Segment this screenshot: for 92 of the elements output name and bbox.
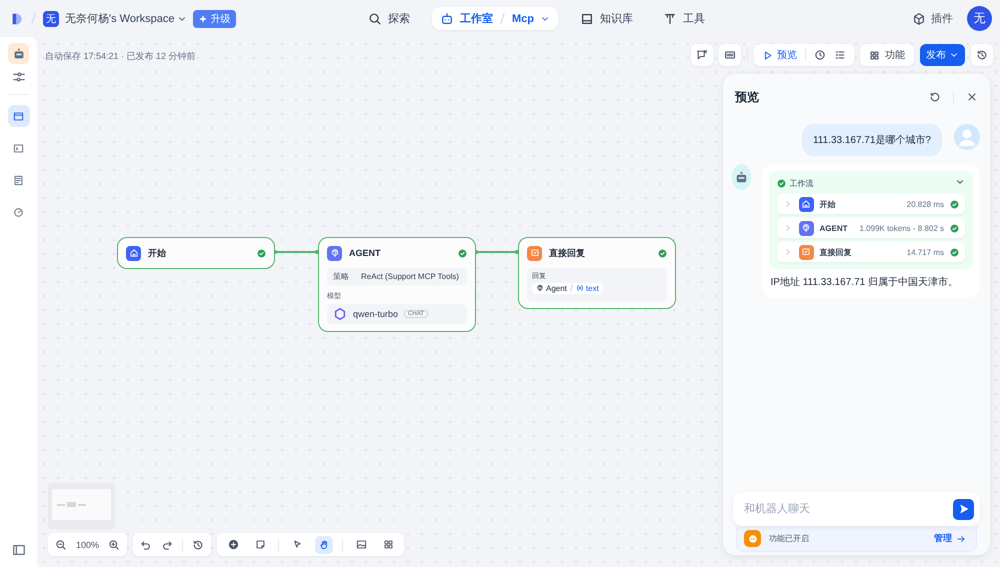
chat-icon — [696, 49, 708, 61]
user-message: 111.33.167.71是哪个城市? — [802, 124, 942, 156]
workspace-switcher[interactable]: 无奈何杨's Workspace — [65, 11, 188, 26]
layout-icon — [382, 539, 394, 550]
nav-tab[interactable]: 知识库 — [572, 7, 641, 30]
env-button[interactable] — [719, 44, 741, 66]
play-icon — [762, 50, 773, 60]
step-metric: 14.717 ms — [906, 248, 944, 256]
nav-tab[interactable]: 工具 — [655, 7, 713, 30]
env-icon — [724, 49, 736, 61]
redo-icon[interactable] — [161, 538, 174, 550]
home-icon — [126, 246, 141, 260]
doc-icon — [13, 174, 24, 186]
terminal-icon — [13, 142, 24, 154]
node-title: 开始 — [148, 246, 167, 260]
features-button[interactable]: 功能 — [860, 44, 914, 66]
publish-button[interactable]: 发布 — [920, 44, 965, 66]
history-icon[interactable] — [192, 538, 204, 550]
zoom-out-icon[interactable] — [55, 538, 67, 550]
pointer-icon — [292, 539, 303, 550]
step-name: 开始 — [820, 198, 836, 210]
user-avatar[interactable]: 无 — [967, 6, 992, 31]
history-button[interactable] — [971, 44, 993, 66]
workflow-node[interactable]: 开始 — [117, 237, 275, 269]
workflow-step[interactable]: 开始 20.828 ms — [776, 194, 965, 214]
history-icon — [976, 49, 988, 61]
image-icon — [356, 539, 367, 550]
chat-variables-button[interactable] — [691, 44, 713, 66]
workspace-avatar: 无 — [43, 10, 59, 26]
arrow-right-icon — [956, 534, 966, 544]
workflow-step[interactable]: AGENT 1.099K tokens - 8.802 s — [776, 218, 965, 238]
variable-icon — [576, 284, 584, 292]
answer-text: IP地址 111.33.167.71 归属于中国天津市。 — [770, 276, 959, 289]
app-icon[interactable] — [8, 43, 29, 64]
features-icon — [744, 530, 761, 547]
chat-input-field[interactable]: 和机器人聊天 — [742, 502, 953, 516]
zoom-level[interactable]: 100% — [76, 540, 100, 550]
variable-chip: Agent text — [532, 282, 603, 294]
tool-icon — [663, 12, 677, 26]
reply-icon — [527, 246, 542, 260]
book-icon — [580, 12, 594, 26]
node-title: 直接回复 — [549, 246, 586, 260]
save-status: 自动保存 17:54:21 · 已发布 12 分钟前 — [45, 50, 196, 63]
window-icon — [13, 110, 24, 122]
model-icon — [333, 307, 347, 321]
reply-icon — [798, 244, 814, 260]
sidebar-item[interactable] — [8, 105, 30, 127]
agent-icon — [327, 246, 342, 260]
cube-icon — [912, 12, 926, 26]
chat-input[interactable]: 和机器人聊天 — [733, 492, 980, 526]
features-status: 功能已开启 — [769, 533, 809, 544]
undo-icon[interactable] — [140, 538, 152, 550]
field-value: ReAct (Support MCP Tools) — [361, 272, 459, 281]
step-metric: 1.099K tokens - 8.802 s — [860, 224, 944, 232]
workflow-step[interactable]: 直接回复 14.717 ms — [776, 242, 965, 262]
step-name: 直接回复 — [820, 246, 852, 258]
panel-title: 预览 — [735, 88, 760, 106]
model-name: qwen-turbo — [353, 309, 398, 319]
explore-icon — [368, 12, 382, 26]
gauge-icon — [13, 206, 24, 218]
add-icon — [228, 539, 239, 550]
preview-button[interactable]: 预览 — [762, 48, 797, 62]
note-icon — [254, 539, 266, 550]
sparkle-icon — [199, 14, 208, 22]
checklist-icon[interactable] — [834, 49, 846, 61]
bot-avatar — [732, 164, 750, 190]
step-name: AGENT — [820, 224, 848, 232]
node-title: AGENT — [349, 248, 382, 258]
nav-tab[interactable]: 探索 — [360, 7, 418, 30]
zoom-in-icon[interactable] — [108, 538, 120, 550]
refresh-icon[interactable] — [929, 91, 941, 103]
upgrade-button[interactable]: 升级 — [193, 10, 236, 28]
send-icon — [958, 503, 970, 515]
home-icon — [798, 196, 814, 212]
send-button[interactable] — [953, 498, 974, 520]
close-icon[interactable] — [966, 91, 978, 103]
tool-button[interactable] — [315, 536, 334, 554]
agent-icon — [536, 284, 544, 292]
clock-icon[interactable] — [814, 49, 826, 61]
step-metric: 20.828 ms — [906, 200, 944, 208]
settings-icon[interactable] — [12, 70, 26, 84]
agent-icon — [798, 220, 814, 236]
grid-icon — [869, 50, 880, 60]
panel-toggle-icon[interactable] — [12, 543, 26, 557]
manage-link[interactable]: 管理 — [934, 532, 966, 545]
robot-icon — [440, 12, 454, 26]
field-label: 策略 — [333, 271, 350, 282]
hand-icon — [318, 539, 330, 550]
user-avatar — [954, 124, 980, 150]
plugins-button[interactable]: 插件 — [912, 11, 953, 26]
workflow-title: 工作流 — [790, 178, 814, 188]
nav-tab[interactable]: 工作室 Mcp — [432, 7, 558, 30]
